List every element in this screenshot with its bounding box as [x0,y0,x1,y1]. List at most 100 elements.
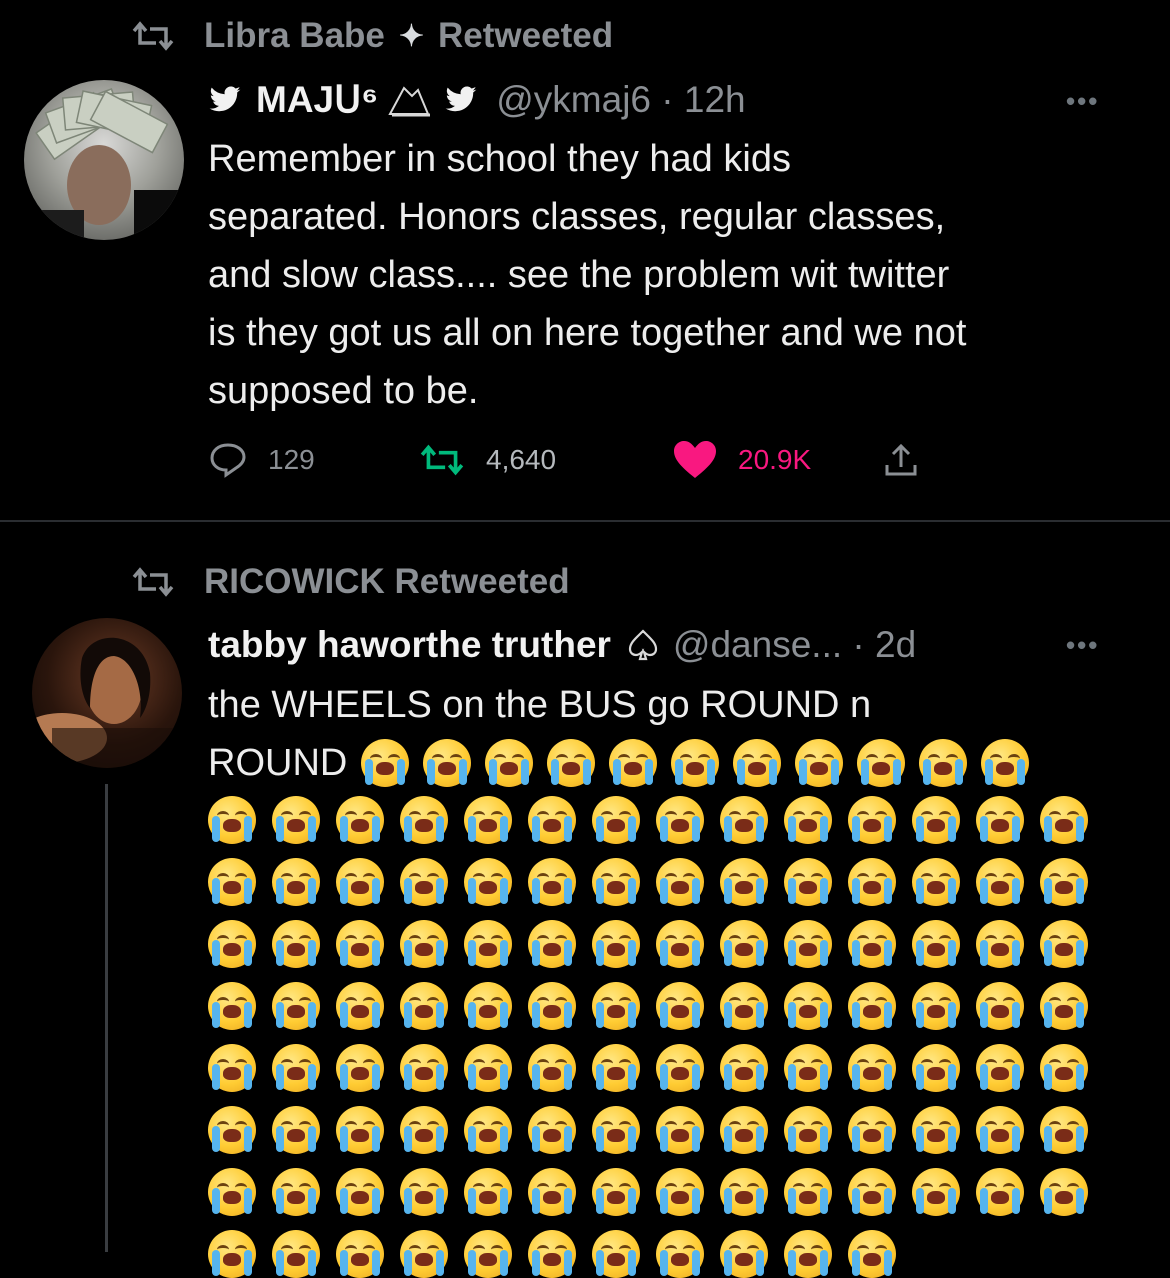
loudly-crying-face-icon [208,796,256,844]
loudly-crying-face-icon [464,1044,512,1092]
loudly-crying-face-icon [784,1106,832,1154]
share-button[interactable] [882,441,940,479]
loudly-crying-face-icon [400,920,448,968]
loudly-crying-face-icon [720,1230,768,1278]
loudly-crying-face-icon [1040,920,1088,968]
more-options-button[interactable]: ••• [1066,630,1099,661]
loudly-crying-face-icon [981,739,1030,787]
loudly-crying-face-icon [912,1168,960,1216]
retweet-context[interactable]: RICOWICK Retweeted [130,562,570,602]
tweet-text-line: and slow class.... see the problem wit t… [208,254,950,296]
author-row: MAJᑌ⁶ @ykmaj6 · 12h [208,78,746,121]
inline-emoji-row [361,739,1030,787]
loudly-crying-face-icon [848,796,896,844]
loudly-crying-face-icon [336,1230,384,1278]
retweeted-label: Retweeted [438,16,614,55]
loudly-crying-face-icon [720,858,768,906]
loudly-crying-face-icon [912,920,960,968]
loudly-crying-face-icon [400,796,448,844]
loudly-crying-face-icon [976,1106,1024,1154]
retweet-count: 4,640 [486,444,557,475]
loudly-crying-face-icon [609,739,658,787]
loudly-crying-face-icon [720,1044,768,1092]
loudly-crying-face-icon [528,920,576,968]
loudly-crying-face-icon [656,1168,704,1216]
loudly-crying-face-icon [784,1230,832,1278]
loudly-crying-face-icon [336,1168,384,1216]
loudly-crying-face-icon [528,1230,576,1278]
money-fan-image [24,88,184,240]
loudly-crying-face-icon [720,1168,768,1216]
loudly-crying-face-icon [848,1044,896,1092]
loudly-crying-face-icon [272,982,320,1030]
loudly-crying-face-icon [400,858,448,906]
loudly-crying-face-icon [1040,796,1088,844]
author-name[interactable]: tabby haworthe truther [208,624,611,666]
loudly-crying-face-icon [547,739,596,787]
spade-icon [628,629,658,661]
loudly-crying-face-icon [592,1168,640,1216]
loudly-crying-face-icon [919,739,968,787]
loudly-crying-face-icon [336,1044,384,1092]
loudly-crying-face-icon [656,1230,704,1278]
loudly-crying-face-icon [912,796,960,844]
profile-photo [32,637,182,768]
loudly-crying-face-icon [485,739,534,787]
loudly-crying-face-icon [656,1044,704,1092]
reply-icon [210,443,246,478]
retweet-icon [132,567,174,597]
author-name[interactable]: MAJᑌ⁶ [256,78,378,121]
more-options-button[interactable]: ••• [1066,86,1099,117]
action-bar: 129 4,640 20.9K [208,440,940,480]
heart-icon [674,441,716,478]
loudly-crying-face-icon [272,1044,320,1092]
loudly-crying-face-icon [857,739,906,787]
loudly-crying-face-icon [528,982,576,1030]
loudly-crying-face-icon [720,920,768,968]
retweet-icon [420,444,464,476]
like-button[interactable]: 20.9K [672,440,882,480]
loudly-crying-face-icon [671,739,720,787]
reply-button[interactable]: 129 [208,442,418,478]
author-handle[interactable]: @danse... · 2d [673,624,916,666]
retweeter-name: Libra Babe [204,16,385,55]
loudly-crying-face-icon [1040,1106,1088,1154]
tweet-text-line: supposed to be. [208,370,479,412]
loudly-crying-face-icon [1040,1044,1088,1092]
loudly-crying-face-icon [912,858,960,906]
loudly-crying-face-icon [208,1106,256,1154]
loudly-crying-face-icon [272,920,320,968]
tweet-text-line: the WHEELS on the BUS go ROUND n [208,684,872,726]
loudly-crying-face-icon [592,982,640,1030]
loudly-crying-face-icon [208,1044,256,1092]
loudly-crying-face-icon [272,1168,320,1216]
loudly-crying-face-icon [464,858,512,906]
retweet-button[interactable]: 4,640 [418,444,672,476]
sparkles-icon: ✦ [398,19,425,53]
loudly-crying-face-icon [976,1044,1024,1092]
loudly-crying-face-icon [464,920,512,968]
loudly-crying-face-icon [400,982,448,1030]
loudly-crying-face-icon [784,858,832,906]
loudly-crying-face-icon [336,920,384,968]
loudly-crying-face-icon [976,920,1024,968]
loudly-crying-face-icon [912,982,960,1030]
loudly-crying-face-icon [400,1044,448,1092]
avatar[interactable] [24,80,184,240]
tweet-text: the WHEELS on the BUS go ROUND n ROUND [208,676,1030,792]
loudly-crying-face-icon [656,920,704,968]
loudly-crying-face-icon [528,858,576,906]
loudly-crying-face-icon [912,1044,960,1092]
loudly-crying-face-icon [656,858,704,906]
retweet-context[interactable]: Libra Babe ✦ Retweeted [130,16,613,56]
avatar[interactable] [32,618,182,768]
author-handle[interactable]: @ykmaj6 · 12h [496,79,745,121]
loudly-crying-face-icon [720,796,768,844]
tweet-text-line-2: ROUND [208,734,1030,792]
loudly-crying-face-icon [208,982,256,1030]
loudly-crying-face-icon [464,1230,512,1278]
loudly-crying-face-icon [784,796,832,844]
owl-icon [388,85,431,116]
loudly-crying-face-icon [848,920,896,968]
loudly-crying-face-icon [795,739,844,787]
